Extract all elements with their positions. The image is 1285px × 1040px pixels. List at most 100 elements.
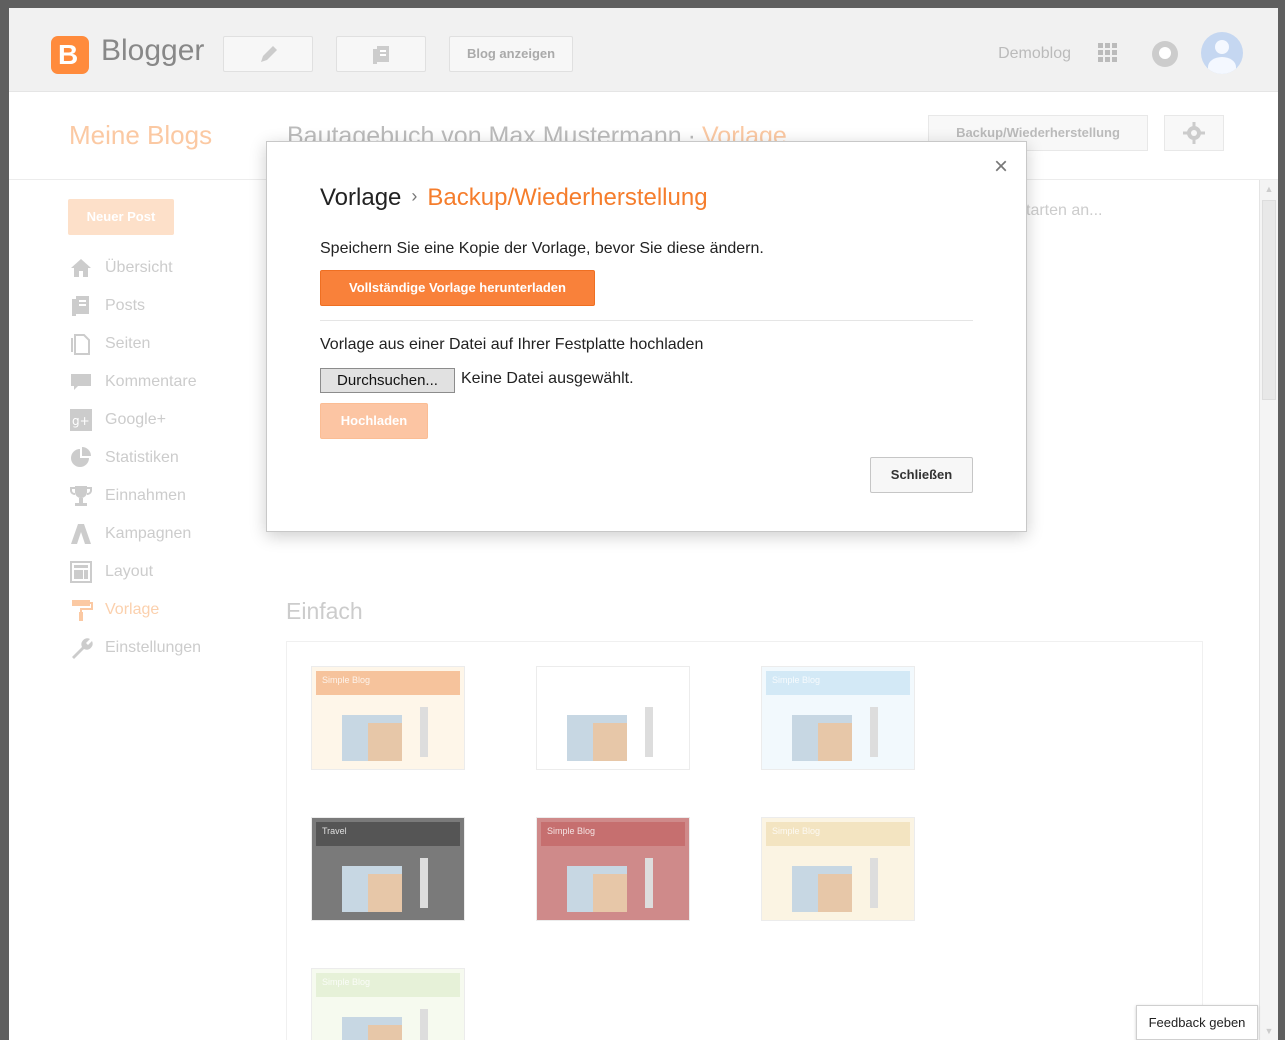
blogger-logo[interactable]: B — [51, 36, 89, 74]
divider — [320, 320, 973, 321]
posts-list-button[interactable] — [336, 36, 426, 72]
view-blog-button[interactable]: Blog anzeigen — [449, 36, 573, 72]
sidebar-item-label: Vorlage — [105, 601, 160, 618]
thumbnail-image — [792, 715, 852, 761]
scroll-up-icon[interactable]: ▲ — [1260, 180, 1278, 198]
sidebar-item-pages[interactable]: Seiten — [67, 330, 267, 368]
thumbnail-title: Simple Blog — [322, 675, 371, 685]
wrench-icon — [72, 638, 93, 659]
svg-text:g+: g+ — [72, 414, 90, 428]
sidebar-item-label: Seiten — [105, 335, 151, 352]
thumbnail-sidebar — [645, 707, 653, 757]
thumbnail-sidebar — [870, 858, 878, 908]
scroll-down-icon[interactable]: ▼ — [1260, 1022, 1278, 1040]
sidebar-item-posts[interactable]: Posts — [67, 292, 267, 330]
template-thumbnail[interactable]: Simple Blog — [536, 817, 690, 921]
gear-icon — [1183, 122, 1205, 144]
blogger-app: B Blogger Blog anzeigen Demoblog Meine B… — [9, 8, 1278, 1040]
pages-icon — [71, 334, 90, 355]
sidebar-item-campaigns[interactable]: Kampagnen — [67, 520, 267, 558]
template-thumbnail[interactable]: Travel — [311, 817, 465, 921]
layout-icon — [70, 561, 92, 583]
scroll-thumb[interactable] — [1262, 200, 1276, 400]
posts-icon — [72, 296, 89, 316]
close-icon[interactable]: × — [989, 155, 1013, 179]
scrollbar[interactable]: ▲ ▼ — [1259, 180, 1278, 1040]
sidebar-item-stats[interactable]: Statistiken — [67, 444, 267, 482]
sidebar-item-label: Posts — [105, 297, 146, 314]
posts-icon — [373, 46, 389, 64]
thumbnail-sidebar — [420, 1009, 428, 1040]
brand-name[interactable]: Blogger — [101, 34, 204, 68]
template-thumbnail[interactable]: Simple Blog — [761, 817, 915, 921]
sidebar-item-overview[interactable]: Übersicht — [67, 254, 267, 292]
save-instruction: Speichern Sie eine Kopie der Vorlage, be… — [320, 240, 764, 257]
sidebar-item-template[interactable]: Vorlage — [67, 596, 267, 634]
sidebar-item-label: Einstellungen — [105, 639, 202, 656]
template-thumbnail[interactable]: Simple Blog — [761, 666, 915, 770]
comment-icon — [71, 374, 91, 390]
thumbnail-image — [792, 866, 852, 912]
dialog-title-parent: Vorlage — [320, 184, 402, 211]
logo-letter: B — [58, 39, 79, 70]
thumbnail-image — [567, 866, 627, 912]
upload-instruction: Vorlage aus einer Datei auf Ihrer Festpl… — [320, 336, 704, 353]
intro-text: tarten an... — [1026, 202, 1103, 219]
dialog-title-current: Backup/Wiederherstellung — [427, 184, 708, 211]
thumbnail-sidebar — [420, 858, 428, 908]
sidebar-item-label: Kommentare — [105, 373, 197, 390]
sidebar-item-label: Layout — [105, 563, 154, 580]
thumbnail-image — [342, 1017, 402, 1040]
google-plus-icon: g+ — [70, 409, 92, 431]
template-thumbnail[interactable]: Simple Blog — [311, 666, 465, 770]
file-status: Keine Datei ausgewählt. — [461, 370, 634, 387]
thumbnail-title: Simple Blog — [547, 826, 596, 836]
backup-restore-dialog: × Vorlage › Backup/Wiederherstellung Speic… — [266, 141, 1027, 532]
campaign-icon — [71, 524, 91, 544]
thumbnail-title: Simple Blog — [547, 675, 596, 685]
template-thumbnail[interactable]: Simple Blog — [536, 666, 690, 770]
avatar[interactable] — [1201, 32, 1243, 74]
paint-roller-icon — [72, 600, 93, 621]
sidebar-item-label: Statistiken — [105, 449, 179, 466]
sidebar-item-label: Übersicht — [105, 259, 173, 276]
new-post-button[interactable]: Neuer Post — [68, 199, 174, 235]
account-name[interactable]: Demoblog — [998, 45, 1071, 63]
sidebar-item-layout[interactable]: Layout — [67, 558, 267, 596]
top-bar: B Blogger Blog anzeigen Demoblog — [9, 8, 1278, 92]
sidebar-item-google-plus[interactable]: g+ Google+ — [67, 406, 267, 444]
trophy-icon — [70, 486, 92, 506]
sidebar-item-comments[interactable]: Kommentare — [67, 368, 267, 406]
thumbnail-image — [567, 715, 627, 761]
thumbnail-image — [342, 866, 402, 912]
template-gallery: Simple Blog Simple Blog Simple Blog Travel S… — [286, 641, 1203, 1040]
sidebar-item-label: Google+ — [105, 411, 166, 428]
thumbnail-sidebar — [645, 858, 653, 908]
upload-button[interactable]: Hochladen — [320, 403, 428, 439]
apps-grid-icon[interactable] — [1098, 43, 1118, 63]
browse-file-button[interactable]: Durchsuchen... — [320, 368, 455, 393]
thumbnail-image — [342, 715, 402, 761]
my-blogs-link[interactable]: Meine Blogs — [69, 120, 212, 151]
sidebar-item-earnings[interactable]: Einnahmen — [67, 482, 267, 520]
chevron-right-icon: › — [411, 186, 418, 206]
sidebar-item-label: Kampagnen — [105, 525, 192, 542]
close-button[interactable]: Schließen — [870, 457, 973, 493]
home-icon — [71, 259, 91, 277]
pie-chart-icon — [71, 447, 91, 467]
sidebar-nav: Übersicht Posts Seiten Kommentare g+ Goo… — [67, 254, 267, 672]
dialog-title: Vorlage › Backup/Wiederherstellung — [320, 184, 708, 212]
new-post-pencil-button[interactable] — [223, 36, 313, 72]
download-template-button[interactable]: Vollständige Vorlage herunterladen — [320, 270, 595, 306]
thumbnail-title: Simple Blog — [772, 675, 821, 685]
section-title: Einfach — [286, 598, 363, 624]
sidebar-item-settings[interactable]: Einstellungen — [67, 634, 267, 672]
settings-button[interactable] — [1164, 115, 1224, 151]
notifications-icon[interactable] — [1152, 41, 1178, 67]
pencil-icon — [261, 46, 277, 62]
thumbnail-sidebar — [870, 707, 878, 757]
thumbnail-title: Simple Blog — [322, 977, 371, 987]
feedback-button[interactable]: Feedback geben — [1136, 1005, 1258, 1040]
template-thumbnail[interactable]: Simple Blog — [311, 968, 465, 1040]
thumbnail-title: Simple Blog — [772, 826, 821, 836]
